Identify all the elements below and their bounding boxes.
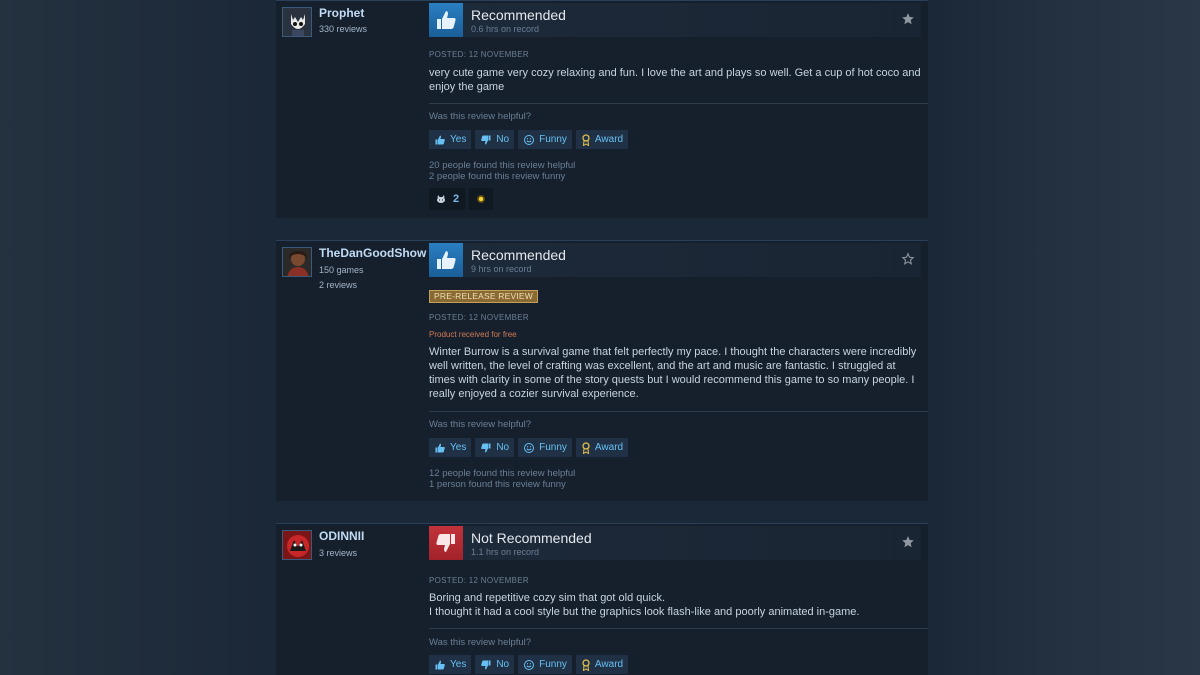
divider — [429, 103, 928, 104]
award-button[interactable]: Award — [575, 438, 629, 457]
author-review-count[interactable]: 3 reviews — [319, 548, 357, 558]
smiley-icon — [524, 659, 535, 670]
review-text-line: I thought it had a cool style but the gr… — [429, 606, 860, 618]
avatar[interactable] — [282, 247, 312, 277]
helpful-count: 12 people found this review helpful — [429, 468, 576, 479]
helpful-count: 20 people found this review helpful — [429, 160, 576, 171]
glow-award-icon — [477, 195, 486, 203]
star-icon[interactable] — [901, 12, 915, 26]
review-stats: 20 people found this review helpful 2 pe… — [429, 160, 575, 182]
award-ribbon-icon — [582, 133, 590, 146]
smiley-icon — [524, 134, 535, 145]
thumb-up-icon — [429, 3, 463, 37]
author-name[interactable]: ODINNII — [319, 529, 364, 543]
review-text: Boring and repetitive cozy sim that got … — [429, 591, 924, 619]
posted-date: POSTED: 12 NOVEMBER — [429, 50, 529, 59]
award-ribbon-icon — [582, 441, 590, 454]
review-text: very cute game very cozy relaxing and fu… — [429, 67, 921, 93]
posted-date: POSTED: 12 NOVEMBER — [429, 576, 529, 585]
yes-button[interactable]: Yes — [429, 438, 472, 457]
helpful-question: Was this review helpful? — [429, 111, 532, 122]
yes-label: Yes — [450, 134, 467, 145]
pre-release-badge: PRE-RELEASE REVIEW — [429, 290, 539, 303]
thumb-up-icon — [435, 135, 445, 144]
yes-label: Yes — [450, 659, 467, 670]
funny-label: Funny — [539, 442, 567, 453]
no-button[interactable]: No — [475, 655, 515, 674]
vote-title: Not Recommended — [471, 530, 592, 546]
funny-button[interactable]: Funny — [518, 655, 572, 674]
avatar[interactable] — [282, 7, 312, 37]
helpful-question: Was this review helpful? — [429, 637, 532, 648]
thumb-down-icon — [481, 660, 491, 669]
no-button[interactable]: No — [475, 130, 515, 149]
yes-label: Yes — [450, 442, 467, 453]
smiley-icon — [524, 442, 535, 453]
funny-count: 1 person found this review funny — [429, 479, 566, 490]
funny-count: 2 people found this review funny — [429, 171, 566, 182]
background-left — [0, 0, 265, 675]
thumb-up-icon — [435, 443, 445, 452]
divider — [429, 628, 928, 629]
author-name[interactable]: Prophet — [319, 6, 364, 20]
thumb-down-icon — [481, 135, 491, 144]
vote-header[interactable]: Not Recommended 1.1 hrs on record — [429, 526, 921, 560]
author-name[interactable]: TheDanGoodShow — [319, 246, 426, 260]
no-label: No — [496, 659, 510, 670]
award-pill[interactable] — [469, 188, 494, 210]
yes-button[interactable]: Yes — [429, 130, 472, 149]
vote-buttons: Yes No Funny Award — [429, 130, 629, 149]
vote-title: Recommended — [471, 247, 566, 263]
review-card: Prophet 330 reviews Recommended 0.6 hrs … — [276, 0, 928, 218]
background-right — [935, 0, 1200, 675]
avatar[interactable] — [282, 530, 312, 560]
award-button[interactable]: Award — [575, 655, 629, 674]
thumb-up-icon — [429, 243, 463, 277]
author-review-count[interactable]: 2 reviews — [319, 280, 357, 290]
award-button[interactable]: Award — [575, 130, 629, 149]
funny-label: Funny — [539, 659, 567, 670]
author-games-count[interactable]: 150 games — [319, 265, 364, 275]
funny-button[interactable]: Funny — [518, 130, 572, 149]
posted-date: POSTED: 12 NOVEMBER — [429, 313, 529, 322]
review-card: TheDanGoodShow 150 games 2 reviews Recom… — [276, 240, 928, 501]
award-label: Award — [594, 659, 624, 670]
award-count: 2 — [453, 193, 460, 205]
thumb-up-icon — [435, 660, 445, 669]
cat-award-icon — [437, 195, 445, 203]
award-label: Award — [594, 134, 624, 145]
hours-on-record: 0.6 hrs on record — [471, 24, 540, 34]
review-text: Winter Burrow is a survival game that fe… — [429, 346, 917, 400]
funny-button[interactable]: Funny — [518, 438, 572, 457]
vote-header[interactable]: Recommended 0.6 hrs on record — [429, 3, 921, 37]
funny-label: Funny — [539, 134, 567, 145]
vote-header[interactable]: Recommended 9 hrs on record — [429, 243, 921, 277]
hours-on-record: 1.1 hrs on record — [471, 547, 540, 557]
product-received-free-note: Product received for free — [429, 330, 517, 339]
review-stats: 12 people found this review helpful 1 pe… — [429, 468, 575, 490]
review-text-line: Boring and repetitive cozy sim that got … — [429, 592, 666, 604]
helpful-question: Was this review helpful? — [429, 419, 532, 430]
yes-button[interactable]: Yes — [429, 655, 472, 674]
award-label: Award — [594, 442, 624, 453]
review-card: ODINNII 3 reviews Not Recommended 1.1 hr… — [276, 523, 928, 675]
award-pill[interactable]: 2 — [429, 188, 466, 210]
no-label: No — [496, 134, 510, 145]
star-outline-icon[interactable] — [901, 252, 915, 266]
vote-buttons: Yes No Funny Award — [429, 655, 629, 674]
star-icon[interactable] — [901, 535, 915, 549]
hours-on-record: 9 hrs on record — [471, 264, 532, 274]
divider — [429, 411, 928, 412]
vote-title: Recommended — [471, 7, 566, 23]
no-label: No — [496, 442, 510, 453]
awards-row: 2 — [429, 188, 494, 210]
reviews-column: Prophet 330 reviews Recommended 0.6 hrs … — [265, 0, 935, 675]
no-button[interactable]: No — [475, 438, 515, 457]
vote-buttons: Yes No Funny Award — [429, 438, 629, 457]
thumb-down-icon — [429, 526, 463, 560]
award-ribbon-icon — [582, 658, 590, 671]
thumb-down-icon — [481, 443, 491, 452]
author-review-count[interactable]: 330 reviews — [319, 24, 367, 34]
